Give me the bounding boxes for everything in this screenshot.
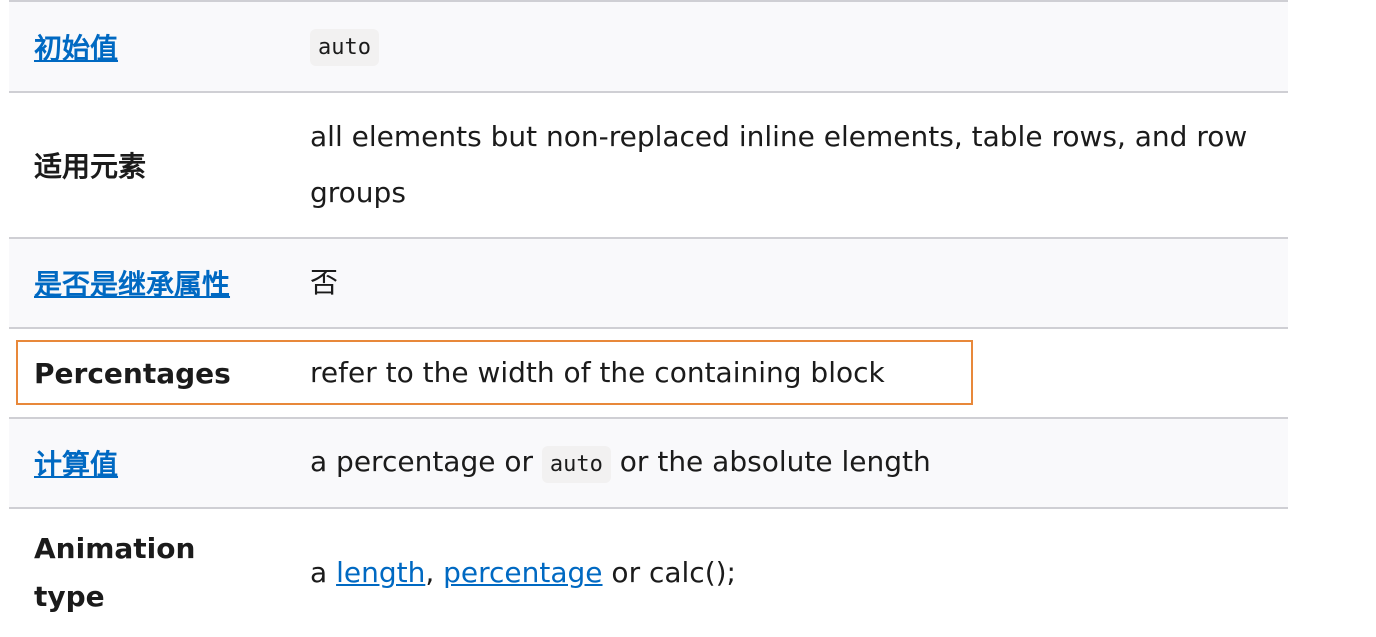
percentages-text: refer to the width of the containing blo… [310,356,885,389]
animation-separator: , [425,556,444,589]
properties-table: 初始值 auto 适用元素 all elements but non-repla… [9,0,1288,637]
row-header: 适用元素 [34,150,147,183]
row-header: 计算值 [34,419,274,507]
row-value: refer to the width of the containing blo… [310,329,1268,417]
row-value: a length, percentage or calc(); [310,509,1268,637]
animation-prefix: a [310,556,337,589]
row-header: 是否是继承属性 [34,239,274,327]
table-row-percentages: Percentages refer to the width of the co… [9,329,1288,419]
code-auto: auto [541,445,611,483]
inherited-text: 否 [310,266,339,299]
applies-to-text: all elements but non-replaced inline ele… [310,120,1248,209]
length-link[interactable]: length [336,556,425,589]
code-auto: auto [310,29,379,66]
row-value: all elements but non-replaced inline ele… [310,93,1268,237]
table-row-computed-value: 计算值 a percentage or auto or the absolute… [9,419,1288,509]
inherited-link[interactable]: 是否是继承属性 [34,263,230,303]
table-row-inherited: 是否是继承属性 否 [9,239,1288,329]
row-value: a percentage or auto or the absolute len… [310,419,1268,507]
table-row-animation-type: Animation type a length, percentage or c… [9,509,1288,637]
row-value: 否 [310,239,1268,327]
computed-text-after: or the absolute length [610,444,931,478]
row-header: 初始值 [34,2,274,91]
table-row-applies-to: 适用元素 all elements but non-replaced inlin… [9,93,1288,239]
row-value: auto [310,2,1268,91]
computed-value-link[interactable]: 计算值 [34,443,118,483]
initial-value-link[interactable]: 初始值 [34,27,118,67]
row-header: Animation type [34,532,196,613]
table-row-initial-value: 初始值 auto [9,2,1288,93]
computed-text-before: a percentage or [310,444,542,478]
row-header: Percentages [34,356,231,390]
percentage-link[interactable]: percentage [443,556,602,589]
animation-suffix: or calc(); [602,556,736,589]
